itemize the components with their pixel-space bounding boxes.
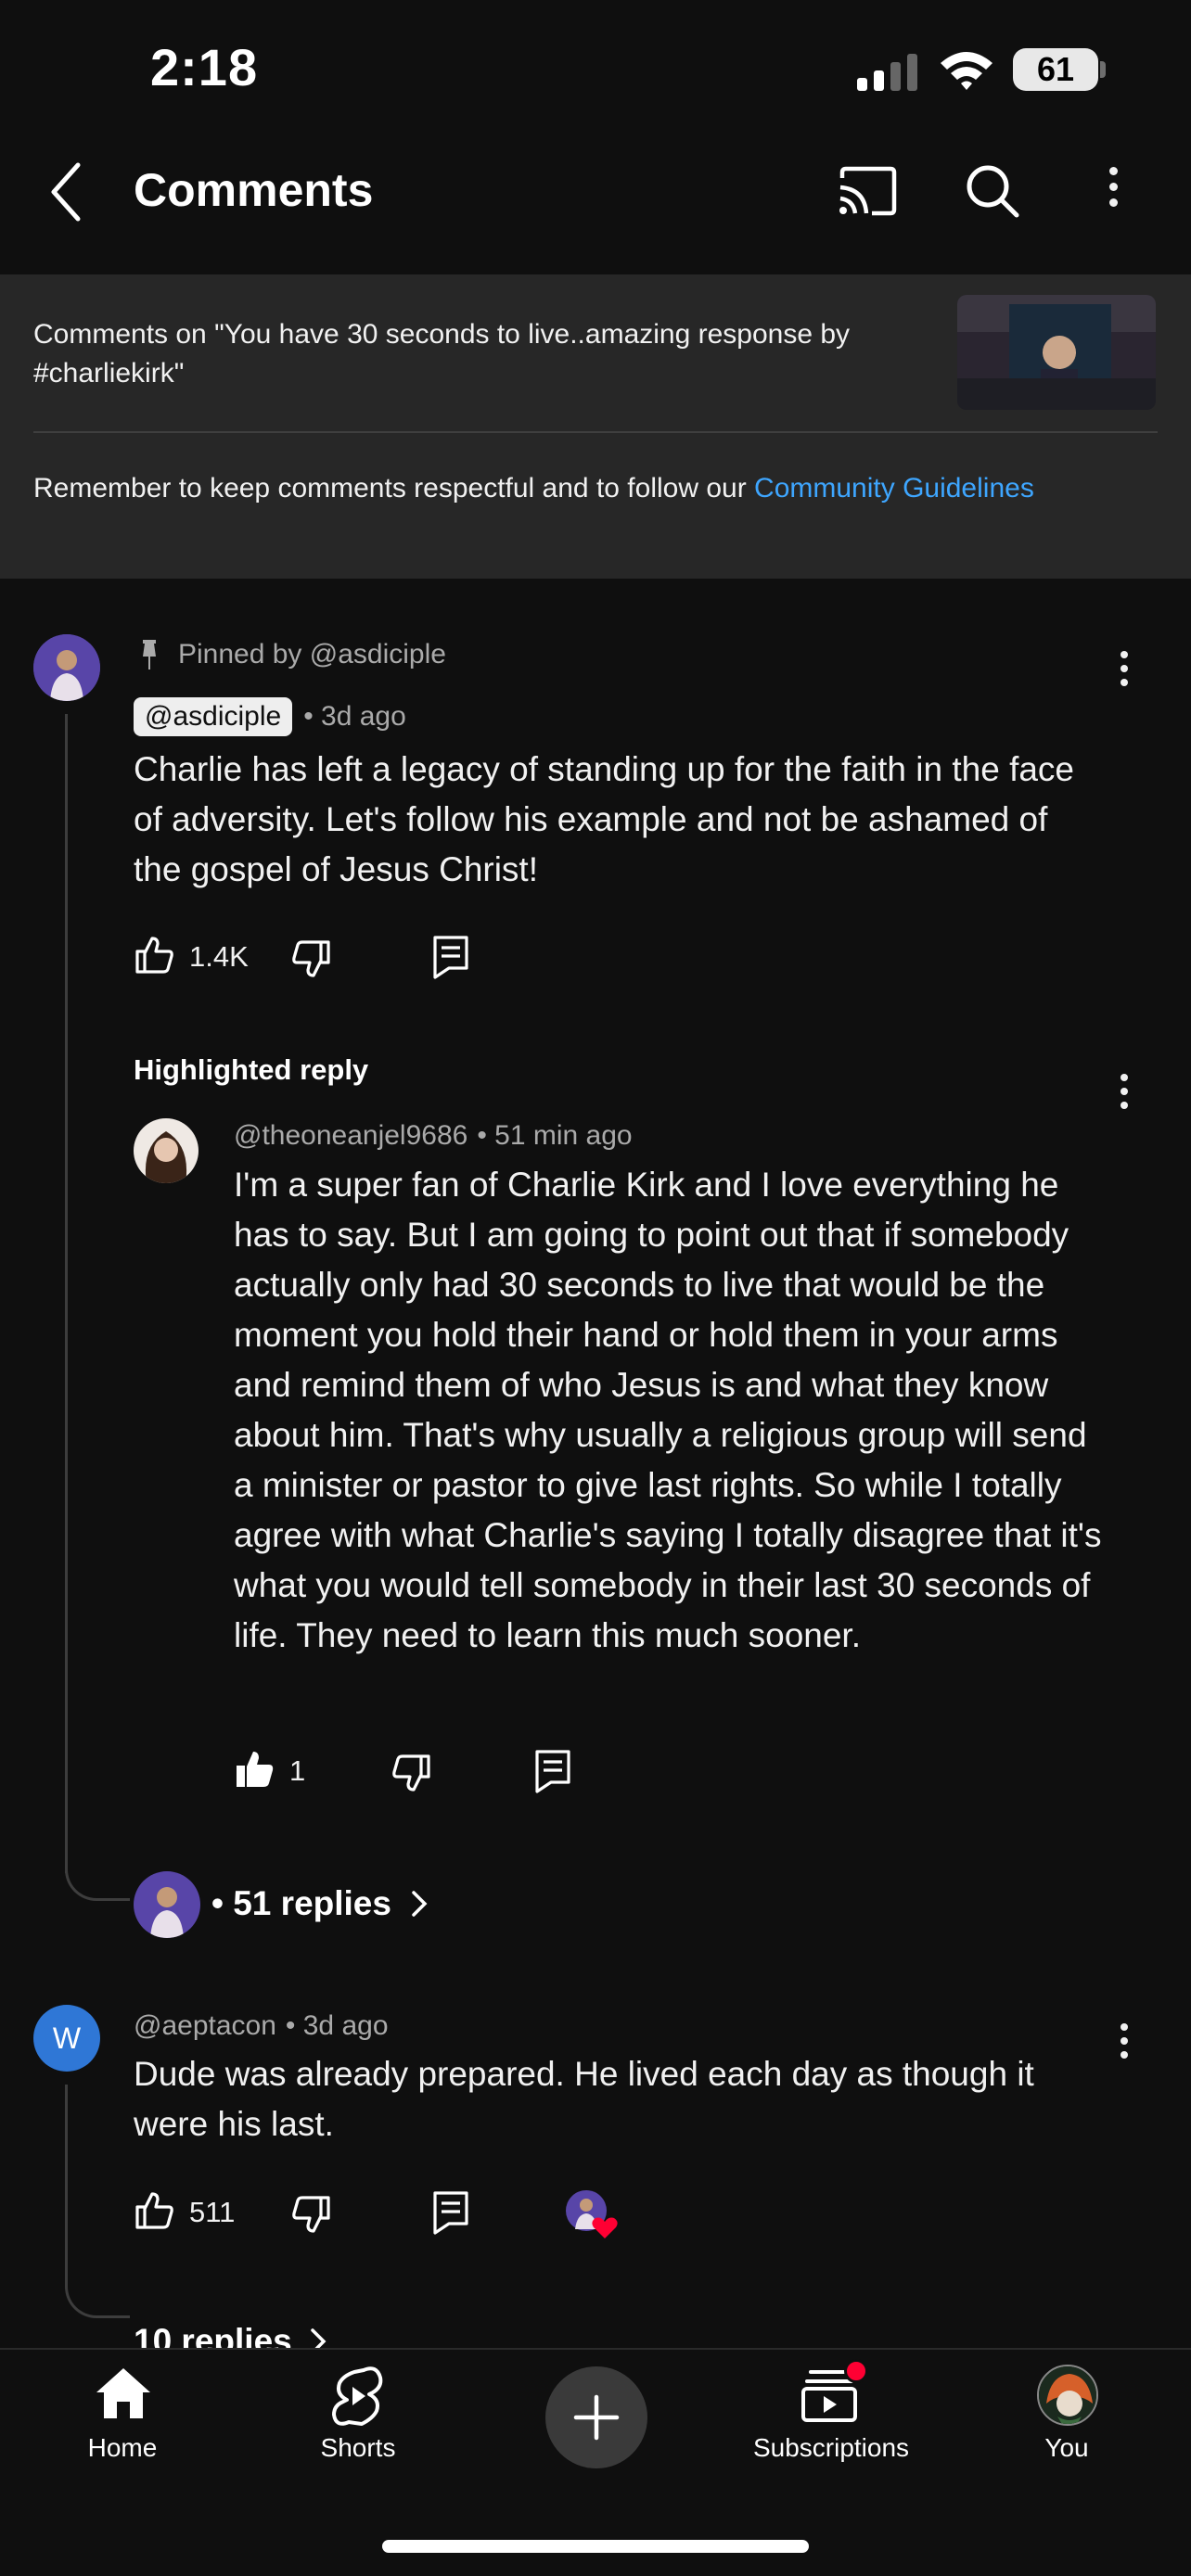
reply-icon[interactable]	[432, 2190, 469, 2235]
nav-you[interactable]: You	[974, 2365, 1159, 2468]
comment-author-pill[interactable]: @asdiciple	[134, 697, 293, 736]
thread-line-curve	[65, 2263, 130, 2318]
comment-age: • 3d ago	[303, 701, 406, 732]
like-count: 511	[189, 2196, 236, 2228]
video-comments-title: Comments on "You have 30 seconds to live…	[33, 319, 851, 389]
view-replies-button[interactable]: • 51 replies	[211, 1884, 429, 1923]
dislike-icon[interactable]	[391, 1753, 432, 1793]
comment-author[interactable]: @aeptacon	[134, 2010, 276, 2042]
nav-subscriptions[interactable]: Subscriptions	[738, 2359, 924, 2468]
avatar[interactable]	[33, 634, 100, 701]
dislike-icon[interactable]	[291, 938, 332, 979]
replies-count: • 51 replies	[211, 1884, 391, 1922]
nav-home[interactable]: Home	[30, 2366, 215, 2468]
replies-avatar[interactable]	[134, 1871, 200, 1938]
profile-avatar	[1037, 2365, 1098, 2426]
wifi-icon	[941, 52, 992, 90]
status-time: 2:18	[150, 38, 259, 96]
comment-header: @asdiciple • 3d ago	[134, 697, 406, 736]
guidelines-text: Remember to keep comments respectful and…	[33, 473, 755, 504]
thread-line	[65, 714, 68, 1873]
reply-avatar[interactable]	[134, 1118, 198, 1183]
chevron-right-icon	[412, 1891, 428, 1917]
plus-icon	[573, 2394, 620, 2441]
dislike-icon[interactable]	[291, 2194, 332, 2235]
pin-icon	[143, 640, 156, 670]
nav-home-label: Home	[87, 2433, 158, 2462]
like-count: 1.4K	[189, 940, 249, 973]
comment-age: • 3d ago	[285, 2010, 389, 2041]
avatar-letter[interactable]: W	[33, 2005, 100, 2072]
nav-subscriptions-label: Subscriptions	[752, 2433, 910, 2462]
nav-you-label: You	[1044, 2433, 1089, 2462]
nav-shorts-label: Shorts	[320, 2433, 396, 2462]
reply-icon[interactable]	[534, 1749, 571, 1793]
pinned-label: Pinned by @asdiciple	[178, 639, 446, 670]
reply-icon[interactable]	[432, 935, 469, 979]
info-divider	[33, 431, 1158, 433]
more-options-icon[interactable]	[1095, 167, 1132, 207]
video-thumbnail[interactable]	[957, 295, 1156, 410]
creator-heart-badge	[564, 2188, 620, 2240]
create-button[interactable]	[545, 2366, 647, 2468]
guidelines-notice: Remember to keep comments respectful and…	[33, 469, 1128, 508]
comment-header: @aeptacon • 3d ago	[134, 2010, 389, 2042]
reply-header: @theoneanjel9686 • 51 min ago	[234, 1120, 633, 1152]
comment-menu-icon[interactable]	[1106, 651, 1143, 686]
home-icon	[96, 2368, 150, 2418]
battery-indicator: 61	[1013, 48, 1098, 91]
reply-age: • 51 min ago	[477, 1120, 633, 1151]
reply-author[interactable]: @theoneanjel9686	[234, 1120, 467, 1152]
comment-text: Charlie has left a legacy of standing up…	[134, 750, 1075, 888]
community-guidelines-link[interactable]: Community Guidelines	[754, 473, 1034, 504]
signal-icon	[857, 54, 917, 91]
comment-text: Dude was already prepared. He lived each…	[134, 2055, 1034, 2143]
search-icon[interactable]	[965, 163, 1020, 219]
reply-menu-icon[interactable]	[1106, 1074, 1143, 1109]
home-indicator	[382, 2540, 809, 2553]
reply-text: I'm a super fan of Charlie Kirk and I lo…	[234, 1166, 1102, 1654]
thread-line-curve	[65, 1845, 130, 1901]
reply-like-count: 1	[289, 1754, 306, 1787]
back-arrow-icon[interactable]	[45, 159, 89, 224]
cast-icon[interactable]	[837, 165, 898, 217]
highlighted-reply-label: Highlighted reply	[134, 1053, 369, 1086]
shorts-icon	[332, 2366, 383, 2426]
like-icon[interactable]	[134, 935, 174, 976]
nav-shorts[interactable]: Shorts	[265, 2366, 451, 2468]
like-icon-filled[interactable]	[234, 1749, 275, 1790]
page-title: Comments	[134, 164, 374, 216]
notification-dot	[844, 2359, 868, 2383]
like-icon[interactable]	[134, 2190, 174, 2231]
thread-line	[65, 2085, 68, 2289]
battery-tip	[1100, 61, 1106, 78]
